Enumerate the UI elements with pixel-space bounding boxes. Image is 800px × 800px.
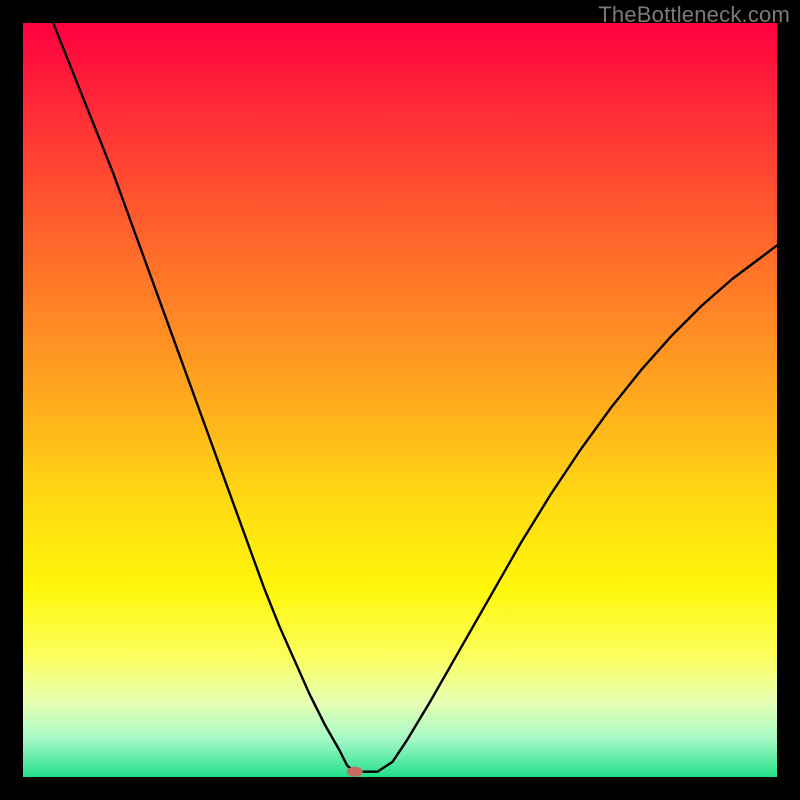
chart-svg — [23, 23, 777, 777]
minimum-marker — [347, 767, 363, 777]
gradient-background — [23, 23, 777, 777]
plot-area — [23, 23, 777, 777]
chart-frame: TheBottleneck.com — [0, 0, 800, 800]
watermark-text: TheBottleneck.com — [598, 2, 790, 28]
